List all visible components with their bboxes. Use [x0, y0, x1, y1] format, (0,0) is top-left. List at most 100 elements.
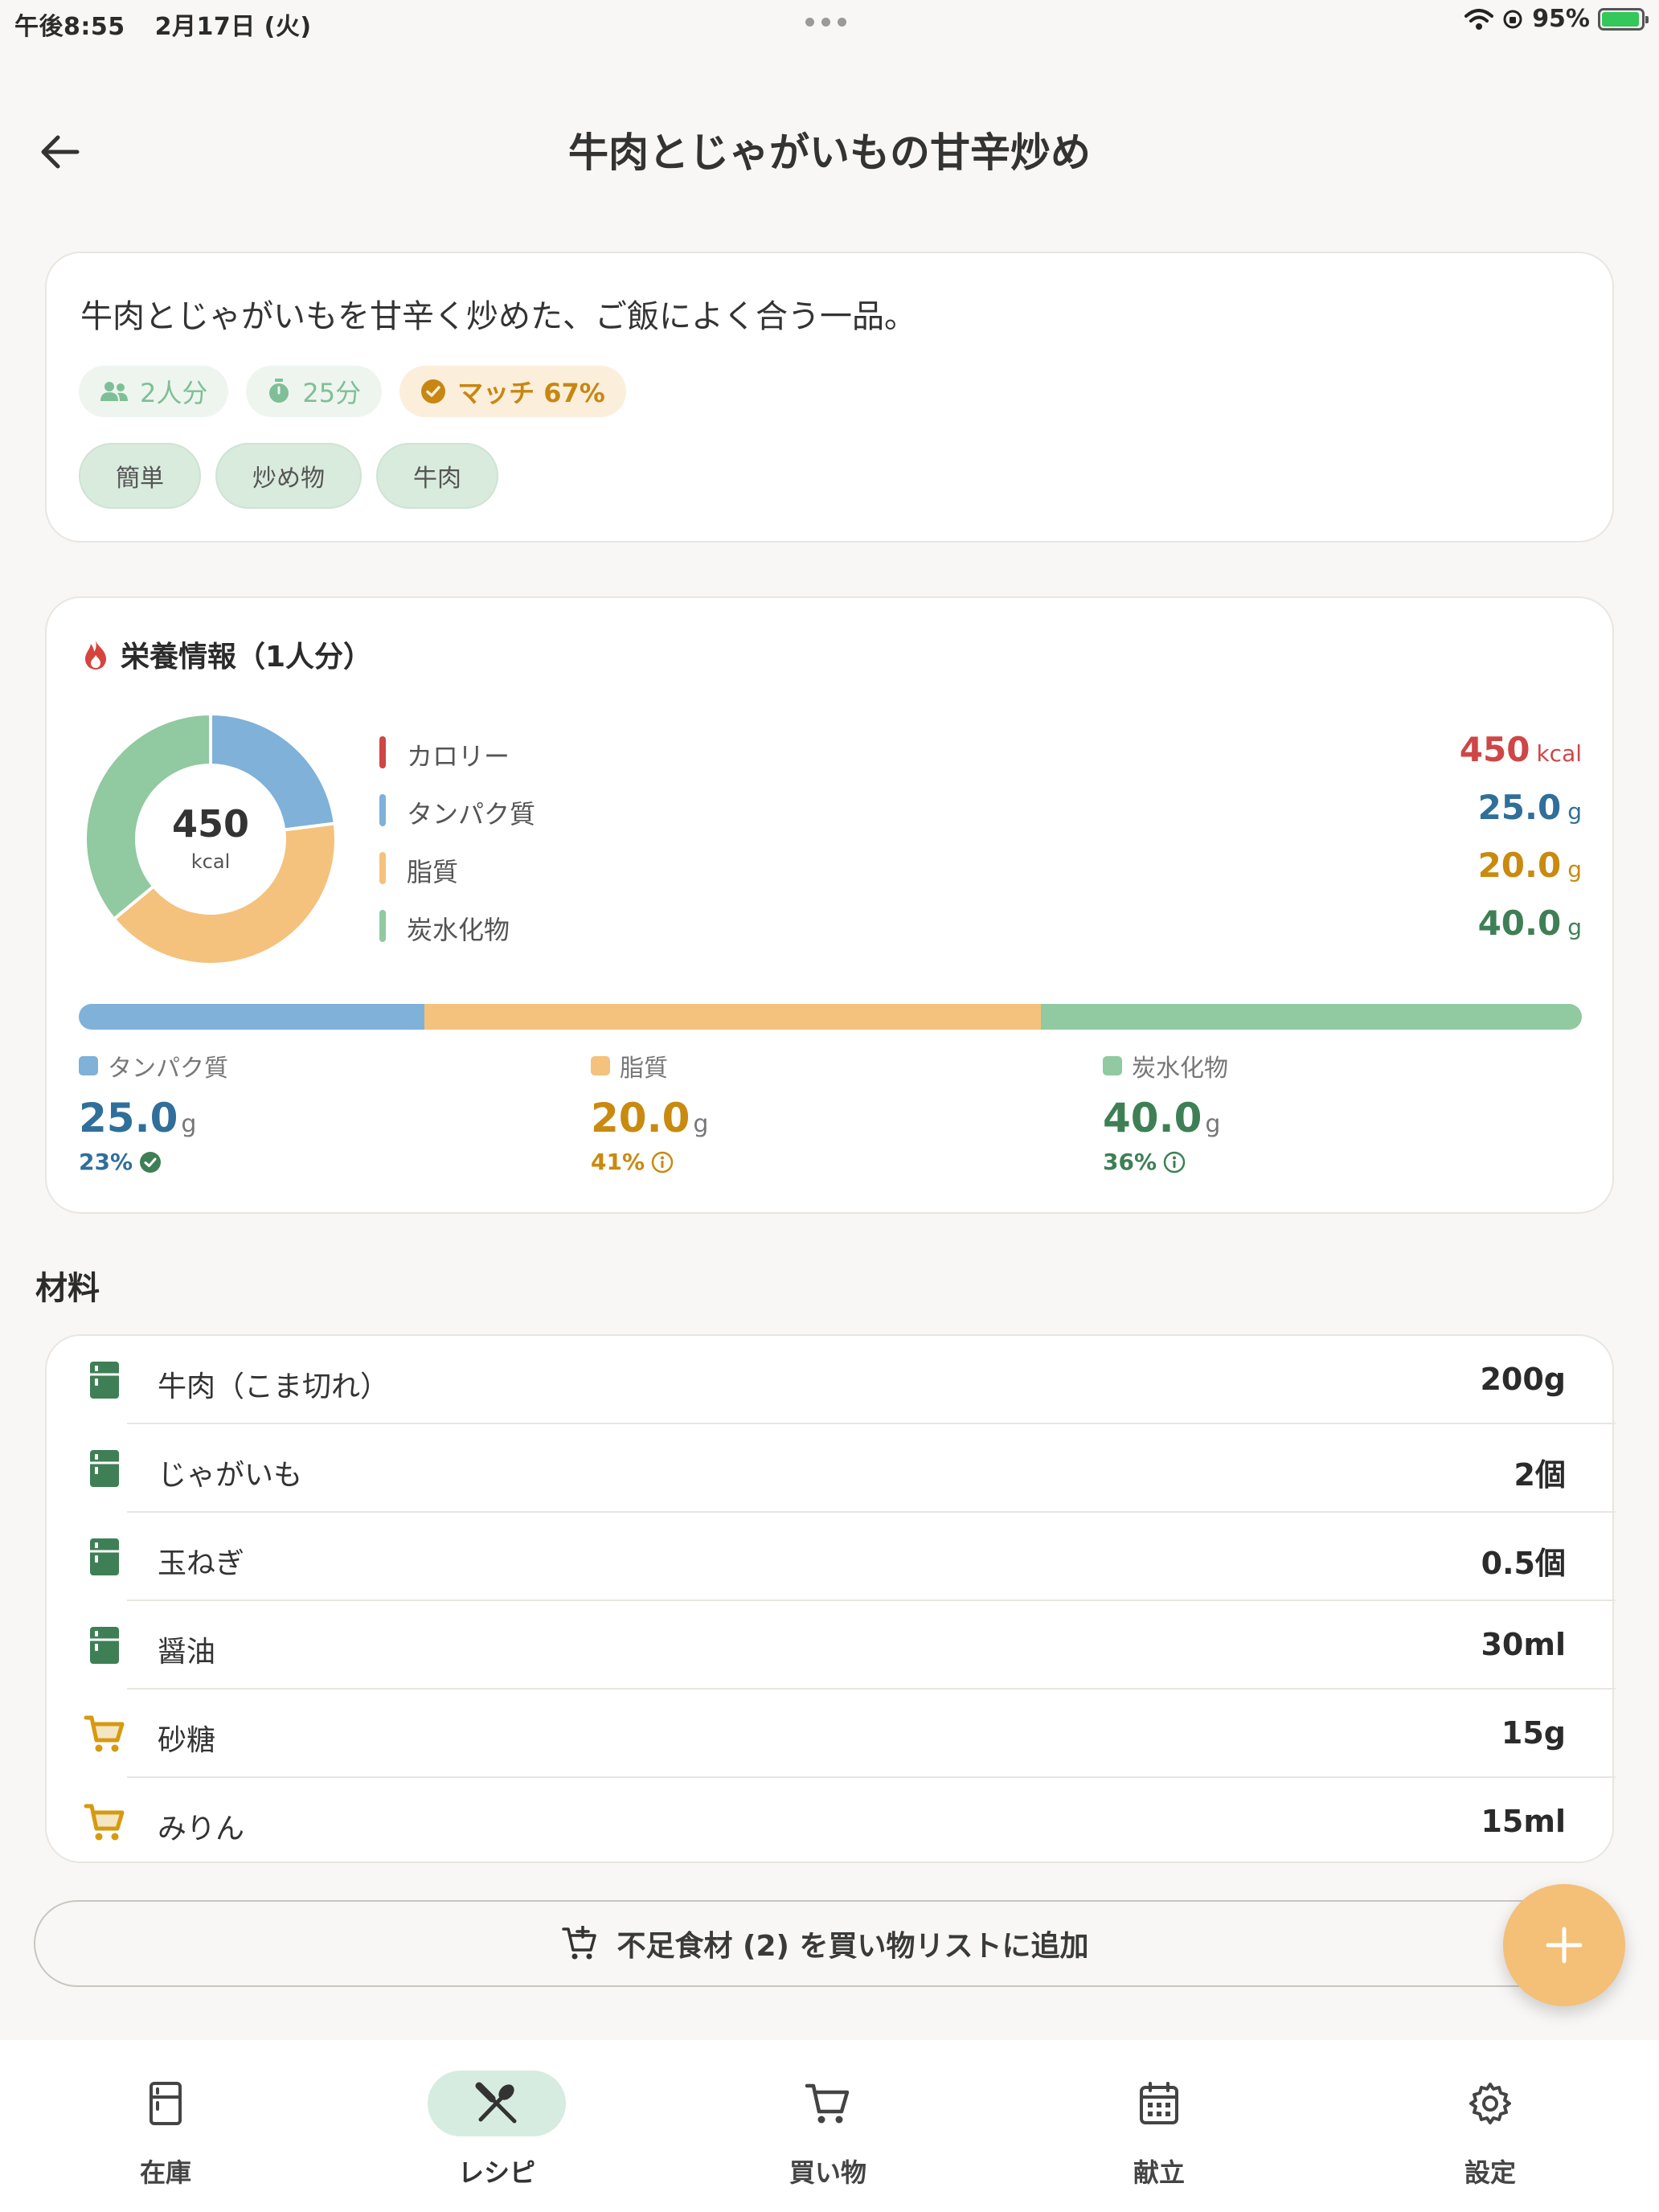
time-chip: 25分 — [246, 366, 383, 417]
fridge-icon — [150, 2082, 182, 2125]
calendar-icon — [1140, 2082, 1178, 2124]
ingredient-row[interactable]: 醤油 30ml — [47, 1601, 1616, 1690]
wifi-icon — [1464, 8, 1494, 30]
legend-fat: 脂質 20.0 g — [379, 842, 1582, 900]
macro-value: 20.0 g — [591, 1095, 709, 1141]
tag-chip[interactable]: 炒め物 — [215, 443, 362, 509]
ingredient-row[interactable]: 牛肉（こま切れ） 200g — [47, 1336, 1616, 1424]
flame-icon — [85, 641, 106, 670]
macro-percent: 41% — [591, 1149, 1073, 1175]
time-label: 25分 — [302, 378, 362, 408]
macro-value: 40.0 g — [1103, 1095, 1221, 1141]
legend-carbs: 炭水化物 40.0 g — [379, 900, 1582, 958]
macro-bar-segment-3 — [1040, 1004, 1582, 1030]
macro-carbs: 炭水化物 40.0 g 36% — [1103, 1048, 1585, 1175]
page-title: 牛肉とじゃがいもの甘辛炒め — [568, 129, 1091, 176]
nav-item-meal-plan[interactable]: 献立 — [993, 2040, 1325, 2212]
battery-icon — [1598, 7, 1649, 31]
tag-chip[interactable]: 簡単 — [79, 443, 201, 509]
status-time: 午後8:55 — [14, 13, 125, 41]
ingredient-name: じゃがいも — [158, 1459, 303, 1492]
fridge-icon — [90, 1362, 119, 1399]
macro-value: 25.0 g — [79, 1095, 197, 1141]
ingredients-card: 牛肉（こま切れ） 200g じゃがいも 2個玉ねぎ 0.5個醤油 30ml 砂糖 15g みりん… — [45, 1334, 1616, 1866]
multitasking-dots[interactable] — [805, 18, 846, 27]
legend-label: タンパク質 — [407, 799, 536, 830]
match-chip: マッチ 67% — [399, 366, 626, 417]
legend-label: 炭水化物 — [407, 915, 510, 945]
ingredient-row[interactable]: 玉ねぎ 0.5個 — [47, 1513, 1616, 1601]
ingredient-quantity: 15ml — [1481, 1804, 1566, 1839]
status-bar: 午後8:55 2月17日 (火) 95% — [0, 0, 1659, 45]
add-missing-label: 不足食材 (2) を買い物リストに追加 — [616, 1930, 1089, 1963]
nutrition-legend: カロリー 450 kcal タンパク質 25.0 g 脂質 20.0 g 炭水化物 4… — [379, 727, 1582, 958]
nutrition-heading: 栄養情報（1人分） — [82, 633, 372, 675]
nav-item-inventory[interactable]: 在庫 — [0, 2040, 331, 2212]
people-icon — [100, 382, 128, 401]
legend-value: 450 kcal — [1459, 730, 1582, 769]
nav-item-shopping[interactable]: 買い物 — [662, 2040, 993, 2212]
ingredient-quantity: 200g — [1480, 1362, 1566, 1397]
nav-label: 買い物 — [789, 2157, 866, 2188]
fat-swatch — [591, 1056, 610, 1075]
legend-value: 40.0 g — [1477, 903, 1582, 943]
macro-fat: 脂質 20.0 g 41% — [591, 1048, 1073, 1175]
protein-swatch — [79, 1056, 98, 1075]
servings-chip: 2人分 — [79, 366, 229, 417]
timer-icon — [269, 379, 289, 403]
add-missing-to-shopping-button[interactable]: 不足食材 (2) を買い物リストに追加 — [34, 1900, 1617, 1987]
macro-percent: 23% — [79, 1149, 561, 1175]
app-bar: 牛肉とじゃがいもの甘辛炒め — [0, 96, 1659, 201]
legend-label: カロリー — [407, 741, 510, 772]
ingredient-row[interactable]: みりん 15ml — [47, 1778, 1616, 1866]
nav-label: 在庫 — [139, 2157, 191, 2188]
nutrition-title: 栄養情報（1人分） — [121, 641, 373, 674]
servings-label: 2人分 — [140, 378, 208, 408]
ingredient-name: みりん — [158, 1813, 245, 1845]
macro-bar-segment-1 — [79, 1004, 425, 1030]
legend-calorie: カロリー 450 kcal — [379, 727, 1582, 784]
ingredient-name: 牛肉（こま切れ） — [158, 1370, 390, 1403]
cart-icon — [805, 2083, 850, 2124]
check-circle-icon — [421, 379, 446, 403]
nav-item-recipes[interactable]: レシピ — [331, 2040, 662, 2212]
nav-label: レシピ — [457, 2157, 535, 2188]
fridge-icon — [90, 1627, 119, 1664]
ingredient-name: 玉ねぎ — [158, 1547, 245, 1580]
info-icon[interactable] — [651, 1151, 674, 1174]
cart-icon — [84, 1804, 125, 1841]
ingredient-name: 砂糖 — [158, 1724, 216, 1757]
legend-value: 25.0 g — [1477, 788, 1582, 827]
macro-bar-segment-2 — [424, 1004, 1041, 1030]
ingredient-row[interactable]: 砂糖 15g — [47, 1690, 1616, 1778]
cart-icon — [84, 1715, 125, 1752]
match-label: マッチ 67% — [457, 378, 605, 408]
fridge-icon — [90, 1450, 119, 1487]
ingredient-quantity: 15g — [1501, 1715, 1566, 1751]
bottom-navigation: 在庫 レシピ 買い物 献立 設定 — [0, 2040, 1659, 2212]
macro-ratio-bar — [79, 1004, 1582, 1030]
macro-protein: タンパク質 25.0 g 23% — [79, 1048, 561, 1175]
battery-percent: 95% — [1532, 5, 1590, 33]
tag-chip[interactable]: 牛肉 — [376, 443, 498, 509]
nav-item-settings[interactable]: 設定 — [1325, 2040, 1656, 2212]
status-time-date: 午後8:55 2月17日 (火) — [14, 6, 312, 42]
check-circle-icon — [140, 1151, 162, 1173]
plus-icon — [1546, 1927, 1583, 1964]
orientation-lock-icon — [1503, 10, 1522, 28]
ingredient-quantity: 0.5個 — [1481, 1546, 1566, 1581]
nav-label: 設定 — [1464, 2157, 1516, 2188]
macro-percent: 36% — [1103, 1149, 1585, 1175]
carbs-swatch — [1103, 1056, 1122, 1075]
info-icon[interactable] — [1163, 1151, 1186, 1174]
ingredient-row[interactable]: じゃがいも 2個 — [47, 1424, 1616, 1513]
recipe-summary-card: 牛肉とじゃがいもを甘辛く炒めた、ご飯によく合う一品。 2人分 25分 マッチ 6… — [45, 252, 1614, 543]
macro-name: タンパク質 — [108, 1055, 228, 1083]
recipe-description: 牛肉とじゃがいもを甘辛く炒めた、ご飯によく合う一品。 — [80, 298, 916, 335]
nutrition-card: 栄養情報（1人分） 450 kcal カロリー 450 kcal タンパク質 25… — [45, 596, 1614, 1214]
ingredients-heading: 材料 — [35, 1270, 100, 1307]
ingredient-quantity: 2個 — [1514, 1457, 1566, 1493]
macro-name: 脂質 — [620, 1055, 668, 1083]
cart-plus-icon — [562, 1926, 597, 1960]
add-fab-button[interactable] — [1503, 1884, 1625, 2006]
